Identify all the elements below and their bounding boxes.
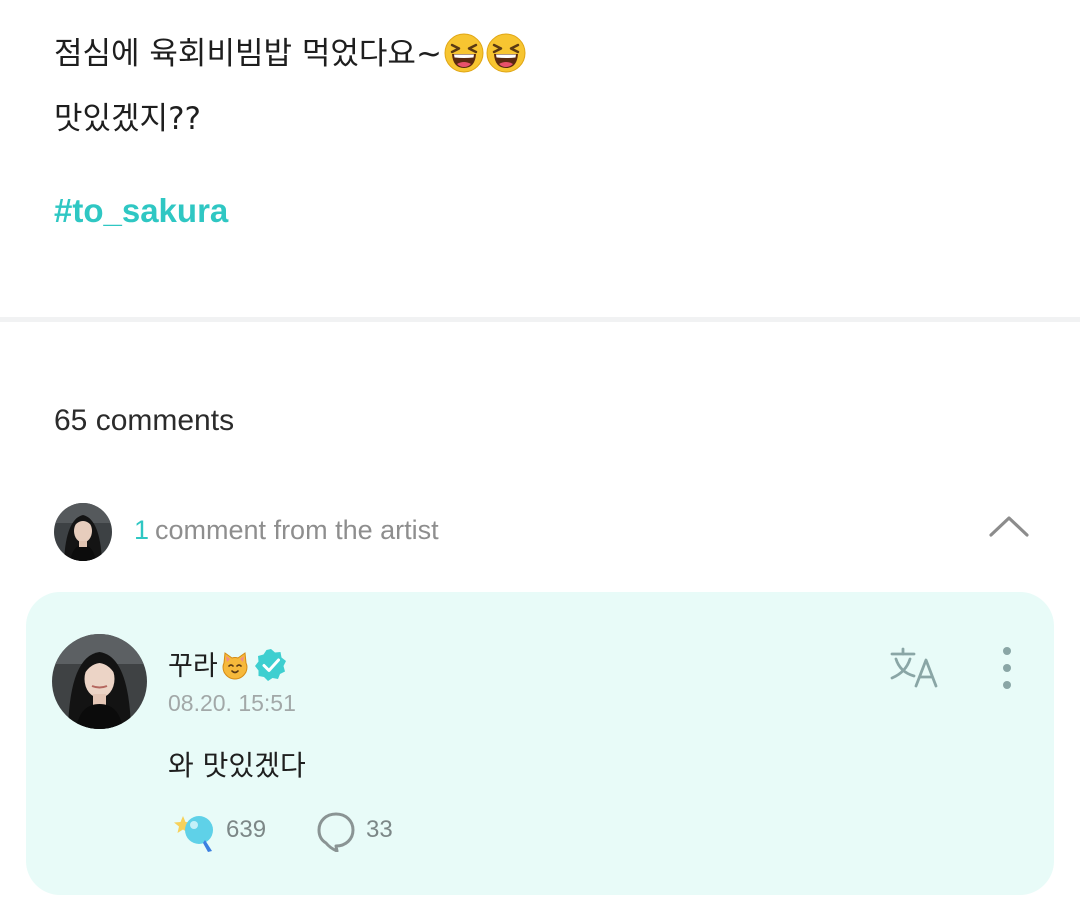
speech-bubble-icon [316, 810, 356, 856]
comments-count: 65 comments [54, 404, 235, 437]
comment-timestamp: 08.20. 15:51 [168, 690, 296, 716]
more-vertical-icon[interactable] [994, 644, 1020, 692]
reply-button[interactable]: 33 [316, 810, 406, 854]
post-line-1-text: 점심에 육회비빔밥 먹었다요~ [54, 36, 442, 72]
comment-text: 와 맛있겠다 [168, 749, 306, 782]
comment-author-avatar[interactable] [52, 634, 147, 729]
artist-comment-card: 꾸라 08.20. 15:51 와 맛있겠다 639 33 [26, 592, 1054, 895]
cat-face-emoji-icon [220, 651, 250, 688]
section-divider [0, 317, 1080, 322]
artist-comments-label: comment from the artist [155, 515, 439, 545]
comment-author[interactable]: 꾸라 [168, 644, 288, 689]
artist-comments-summary: 1 comment from the artist [134, 515, 439, 546]
post-line-1: 점심에 육회비빔밥 먹었다요~ [54, 26, 526, 91]
artist-comments-count: 1 [134, 515, 150, 545]
comment-author-name: 꾸라 [168, 651, 218, 682]
hashtag-link[interactable]: #to_sakura [54, 192, 228, 230]
artist-comments-toggle[interactable]: 1 comment from the artist [54, 503, 1034, 561]
laughing-face-emoji-icon [486, 33, 526, 91]
like-button[interactable]: 639 [172, 810, 282, 854]
artist-avatar [54, 503, 112, 561]
star-heart-icon [172, 810, 218, 858]
translate-icon[interactable] [888, 646, 942, 688]
post-body: 점심에 육회비빔밥 먹었다요~ 맛있겠지?? [54, 26, 526, 147]
reply-count: 33 [366, 816, 393, 843]
laughing-face-emoji-icon [444, 33, 484, 91]
like-count: 639 [226, 816, 267, 843]
post-line-2: 맛있겠지?? [54, 101, 201, 137]
verified-badge-icon [254, 648, 288, 689]
chevron-up-icon[interactable] [988, 513, 1030, 539]
